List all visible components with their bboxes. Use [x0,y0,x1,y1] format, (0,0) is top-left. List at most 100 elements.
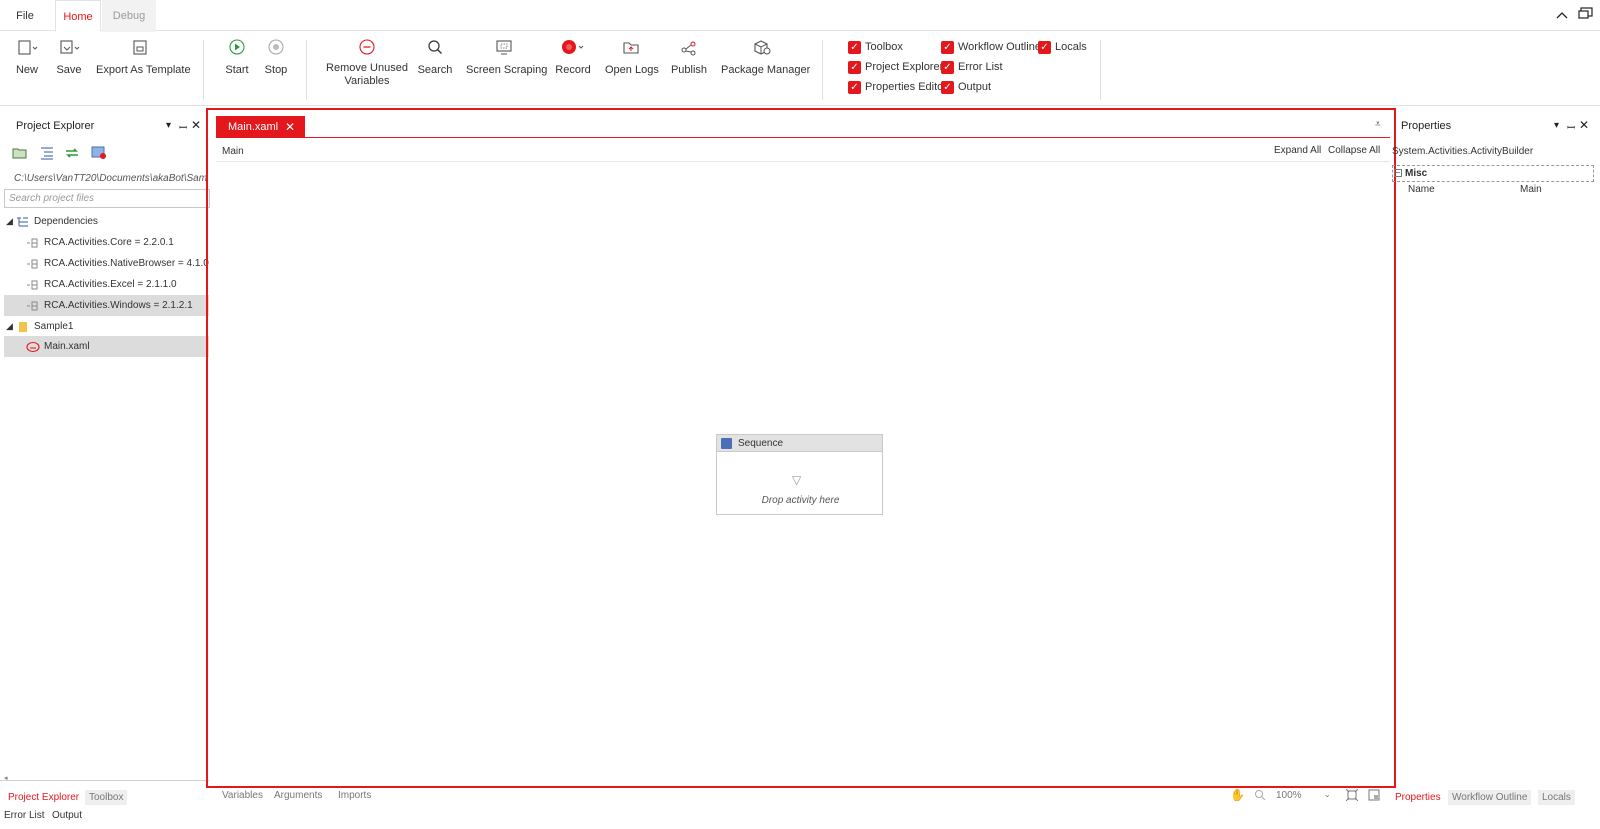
project-explorer-title: Project Explorer [16,120,95,132]
toggle-output[interactable]: ✓ Output [941,80,991,96]
new-button[interactable]: New [12,38,42,77]
zoom-dropdown-icon[interactable]: ⌄ [1324,790,1331,799]
tab-toolbox[interactable]: Toolbox [85,790,128,805]
export-as-template-button[interactable]: Export As Template [96,38,191,77]
pin-icon[interactable]: ꟷ [1567,120,1575,134]
tree-node-project[interactable]: ◢ Sample1 [4,316,209,337]
export-as-template-label: Export As Template [96,64,191,76]
tree-node-dependencies[interactable]: ◢ Dependencies [4,211,209,232]
tab-arguments[interactable]: Arguments [274,790,322,801]
collapse-category-icon[interactable]: − [1394,169,1402,177]
export-template-icon [96,38,184,60]
toggle-properties-editor[interactable]: ✓ Properties Editor [848,80,947,96]
tab-project-explorer[interactable]: Project Explorer [8,792,79,803]
checkbox-checked-icon: ✓ [941,61,954,74]
stop-label: Stop [264,64,288,76]
fit-to-screen-icon[interactable] [1345,788,1359,804]
tree-node-dependency[interactable]: RCA.Activities.Core = 2.2.0.1 [4,232,209,253]
panel-menu-icon[interactable]: ▾ [1554,120,1559,131]
start-label: Start [225,64,249,76]
collapse-ribbon-icon[interactable] [1556,7,1568,23]
close-tab-icon[interactable]: ✕ [285,116,295,138]
close-icon[interactable]: ✕ [1579,118,1589,132]
tab-properties[interactable]: Properties [1395,792,1441,803]
tab-imports[interactable]: Imports [338,790,371,801]
package-reference-icon [26,257,39,274]
toggle-project-explorer[interactable]: ✓ Project Explorer [848,60,943,76]
dependencies-label: Dependencies [34,216,98,227]
close-icon[interactable]: ✕ [191,118,201,132]
toggle-error-list[interactable]: ✓ Error List [941,60,1003,76]
tab-locals[interactable]: Locals [1538,790,1575,805]
search-project-files-input[interactable] [4,189,210,208]
workflow-designer: Main.xaml ✕ ⩡ Main Expand All Collapse A… [206,108,1396,788]
property-category-misc[interactable]: − Misc [1392,165,1594,182]
tab-workflow-outline[interactable]: Workflow Outline [1448,790,1532,805]
pin-icon[interactable]: ꟷ [179,120,187,134]
workflow-file-icon [26,340,40,357]
screen-scraping-button[interactable]: Screen Scraping [466,38,548,77]
dependency-label: RCA.Activities.Core = 2.2.0.1 [44,237,174,248]
refresh-icon[interactable] [64,146,80,160]
sequence-icon [721,438,732,449]
toggle-output-label: Output [958,81,992,93]
save-button[interactable]: Save [54,38,84,77]
search-label: Search [417,64,453,76]
record-label: Record [555,64,591,76]
checkbox-checked-icon: ✓ [941,81,954,94]
zoom-icon[interactable] [1254,789,1266,804]
open-folder-icon[interactable] [12,146,28,160]
tab-debug[interactable]: Debug [102,0,156,32]
toggle-workflow-outline-label: Workflow Outline [958,41,1041,53]
remove-dependency-icon[interactable] [91,146,107,160]
new-label: New [15,64,38,76]
tab-error-list[interactable]: Error List [4,810,45,821]
tree-node-dependency[interactable]: RCA.Activities.Windows = 2.1.2.1 [4,295,209,316]
toggle-locals[interactable]: ✓ Locals [1038,40,1087,56]
record-button[interactable]: Record [553,38,593,77]
remove-unused-variables-button[interactable]: Remove Unused Variables [326,38,408,88]
tree-node-dependency[interactable]: RCA.Activities.Excel = 2.1.1.0 [4,274,209,295]
open-logs-icon [605,38,657,60]
horizontal-scrollbar[interactable] [0,780,209,781]
overview-map-icon[interactable] [1368,789,1380,804]
tree-node-dependency[interactable]: RCA.Activities.NativeBrowser = 4.1.0.1 [4,253,209,274]
tab-home[interactable]: Home [55,0,101,32]
start-button[interactable]: Start [222,38,252,77]
tree-node-main-xaml[interactable]: Main.xaml [4,336,209,357]
tab-file[interactable]: File [4,0,46,32]
toggle-toolbox[interactable]: ✓ Toolbox [848,40,903,56]
dependency-label: RCA.Activities.Windows = 2.1.2.1 [44,300,193,311]
ribbon-separator [822,40,823,100]
pan-hand-icon[interactable]: ✋ [1230,788,1245,802]
sequence-activity[interactable]: Sequence ▽ Drop activity here [716,434,883,515]
document-tab-main-xaml[interactable]: Main.xaml ✕ [216,116,305,138]
collapse-triangle-icon[interactable]: ◢ [6,211,13,232]
expand-all-link[interactable]: Expand All [1274,145,1321,156]
tab-output[interactable]: Output [52,810,82,821]
tab-variables[interactable]: Variables [222,790,263,801]
package-icon [721,38,803,60]
publish-button[interactable]: Publish [669,38,709,77]
toggle-workflow-outline[interactable]: ✓ Workflow Outline [941,40,1041,56]
checkbox-checked-icon: ✓ [848,61,861,74]
tab-overflow-icon[interactable]: ⩡ [1375,119,1381,130]
collapse-all-link[interactable]: Collapse All [1328,145,1380,156]
expand-tree-icon[interactable] [39,146,55,160]
open-logs-button[interactable]: Open Logs [605,38,659,77]
feedback-icon[interactable] [1578,7,1594,24]
package-manager-button[interactable]: Package Manager [721,38,810,77]
property-name-value[interactable]: Main [1520,184,1542,195]
search-button[interactable]: Search [417,38,453,77]
scroll-left-icon[interactable]: ◂ [4,774,8,782]
collapse-triangle-icon[interactable]: ◢ [6,316,13,337]
ribbon-home: New Save Export As Template Start Stop R… [0,32,1600,106]
panel-menu-icon[interactable]: ▾ [166,120,171,131]
zoom-level[interactable]: 100% [1276,790,1302,801]
screen-scraping-label: Screen Scraping [466,64,548,76]
breadcrumb[interactable]: Main [222,146,244,157]
canvas-header-divider [216,161,1390,162]
checkbox-checked-icon: ✓ [848,41,861,54]
toggle-locals-label: Locals [1055,41,1087,53]
stop-button[interactable]: Stop [261,38,291,77]
